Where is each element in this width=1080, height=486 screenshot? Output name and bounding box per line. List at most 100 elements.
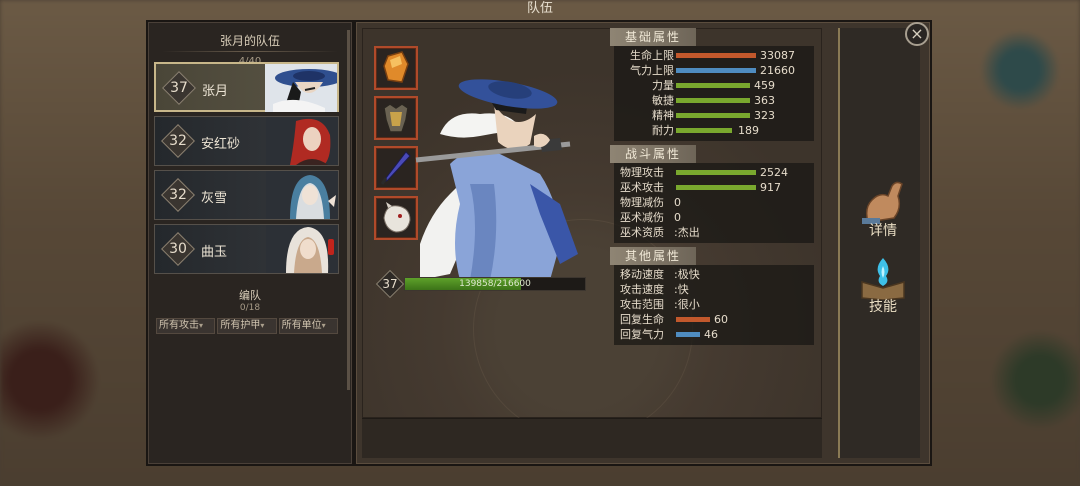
hero-portrait xyxy=(266,117,338,165)
stat-value: 189 xyxy=(738,124,759,137)
basic-stats-header: 基础属性 xyxy=(610,28,696,46)
stat-label: 物理攻击 xyxy=(620,166,664,179)
stat-label: 回复气力 xyxy=(620,328,664,341)
unit-filter-dropdown[interactable]: 所有单位▾ xyxy=(278,318,338,334)
stat-label: 气力上限 xyxy=(630,64,674,77)
stat-bar xyxy=(676,185,756,190)
stat-value: 0 xyxy=(674,211,681,224)
stat-value: 363 xyxy=(754,94,775,107)
stat-bar xyxy=(676,332,700,337)
armor-filter-dropdown[interactable]: 所有护甲▾ xyxy=(217,318,277,334)
hero-portrait xyxy=(266,171,338,219)
basic-stats-section: 基础属性 生命上限 33087 气力上限 21660 力量 459 敏捷 363 精神 323 耐力… xyxy=(610,28,814,141)
hp-bar: 139858/216600 xyxy=(404,277,586,291)
filter-row: 所有攻击▾ 所有护甲▾ 所有单位▾ xyxy=(156,318,338,334)
stat-row: 回复气力 46 xyxy=(620,327,808,342)
muscle-arm-icon xyxy=(862,181,903,224)
stat-row: 攻击范围:很小 xyxy=(620,297,808,312)
level-badge: 37 xyxy=(162,71,196,105)
stat-row: 回复生命 60 xyxy=(620,312,808,327)
stat-row: 巫术资质 :杰出 xyxy=(620,225,808,240)
stat-bar xyxy=(676,53,756,58)
formation-count: 0/18 xyxy=(239,303,261,313)
stat-label: 移动速度 xyxy=(620,268,664,281)
stat-value: 323 xyxy=(754,109,775,122)
close-icon: × xyxy=(910,24,924,43)
stat-label: 力量 xyxy=(652,79,674,92)
stat-value: :杰出 xyxy=(674,226,700,239)
other-stats-header: 其他属性 xyxy=(610,247,696,265)
stat-label: 耐力 xyxy=(652,124,674,137)
combat-stats-section: 战斗属性 物理攻击 2524 巫术攻击 917 物理减伤 0 巫术减伤 0 巫术资质 :杰出 xyxy=(610,145,814,243)
stat-bar xyxy=(676,68,756,73)
attack-filter-dropdown[interactable]: 所有攻击▾ xyxy=(156,318,216,334)
stat-value: :快 xyxy=(674,283,689,296)
details-label: 详情 xyxy=(869,223,897,239)
details-button[interactable]: 详情 xyxy=(850,178,916,242)
alert-icon xyxy=(328,239,334,255)
window-title: 队伍 xyxy=(526,1,553,16)
stat-bar xyxy=(676,128,732,133)
stat-bar xyxy=(676,98,750,103)
stat-row: 物理减伤 0 xyxy=(620,195,808,210)
stat-value: 46 xyxy=(704,328,718,341)
level-badge: 32 xyxy=(161,124,195,158)
team-scrollbar[interactable] xyxy=(347,30,350,390)
hero-card-anhongsha[interactable]: 32 安红砂 xyxy=(154,116,339,166)
team-panel: 张月的队伍 4/40 37 张月 32 xyxy=(146,20,354,466)
stat-row: 力量 459 xyxy=(620,78,808,93)
formation-title: 编队 xyxy=(239,289,261,302)
stat-label: 敏捷 xyxy=(652,94,674,107)
chevron-down-icon: ▾ xyxy=(199,321,204,330)
stat-value: 2524 xyxy=(760,166,788,179)
basic-stats-box: 生命上限 33087 气力上限 21660 力量 459 敏捷 363 精神 323 耐力 189 xyxy=(614,46,814,141)
hero-character-art xyxy=(410,74,600,280)
stat-label: 精神 xyxy=(652,109,674,122)
stat-row: 精神 323 xyxy=(620,108,808,123)
stat-row: 敏捷 363 xyxy=(620,93,808,108)
stat-row: 物理攻击 2524 xyxy=(620,165,808,180)
stat-row: 耐力 189 xyxy=(620,123,808,138)
divider xyxy=(162,51,338,52)
combat-stats-header: 战斗属性 xyxy=(610,145,696,163)
close-button[interactable]: × xyxy=(905,22,929,46)
other-stats-box: 移动速度 :极快 攻击速度 :快 攻击范围:很小 回复生命 60 回复气力 46 xyxy=(614,265,814,345)
hero-portrait xyxy=(266,225,338,273)
level-badge: 32 xyxy=(161,178,195,212)
stat-row: 攻击速度 :快 xyxy=(620,282,808,297)
stat-bar xyxy=(676,170,756,175)
hero-name: 张月 xyxy=(202,84,229,99)
stat-value: 0 xyxy=(674,196,681,209)
stat-label: 回复生命 xyxy=(620,313,664,326)
stat-label: 巫术资质 xyxy=(620,226,664,239)
hero-card-quyu[interactable]: 30 曲玉 xyxy=(154,224,339,274)
skills-button[interactable]: 技能 xyxy=(850,254,916,318)
stat-label: 生命上限 xyxy=(630,49,674,62)
stat-label: 巫术减伤 xyxy=(620,211,664,224)
stat-row: 移动速度 :极快 xyxy=(620,267,808,282)
stat-bar xyxy=(676,317,710,322)
team-title: 张月的队伍 xyxy=(219,34,280,48)
stat-label: 攻击速度 xyxy=(620,283,664,296)
other-stats-section: 其他属性 移动速度 :极快 攻击速度 :快 攻击范围:很小 回复生命 60 回复气力 46 xyxy=(610,247,814,345)
bottom-bar xyxy=(362,418,822,458)
stat-value: :极快 xyxy=(674,268,700,281)
stat-value: 33087 xyxy=(760,49,795,62)
stat-label: 巫术攻击 xyxy=(620,181,664,194)
spellbook-icon xyxy=(861,258,905,301)
hero-card-zhangyue[interactable]: 37 张月 xyxy=(154,62,339,112)
hero-card-huixue[interactable]: 32 灰雪 xyxy=(154,170,339,220)
chevron-down-icon: ▾ xyxy=(260,321,265,330)
hero-name: 曲玉 xyxy=(201,245,228,260)
chevron-down-icon: ▾ xyxy=(321,321,326,330)
hero-name: 安红砂 xyxy=(201,137,241,152)
stat-value: 917 xyxy=(760,181,781,194)
stat-value: 459 xyxy=(754,79,775,92)
stat-value: 21660 xyxy=(760,64,795,77)
stat-row: 气力上限 21660 xyxy=(620,63,808,78)
stat-label: 攻击范围 xyxy=(620,298,664,311)
skills-label: 技能 xyxy=(869,299,897,315)
stat-bar xyxy=(676,113,750,118)
level-badge: 30 xyxy=(161,232,195,266)
hp-text: 139858/216600 xyxy=(459,279,531,289)
